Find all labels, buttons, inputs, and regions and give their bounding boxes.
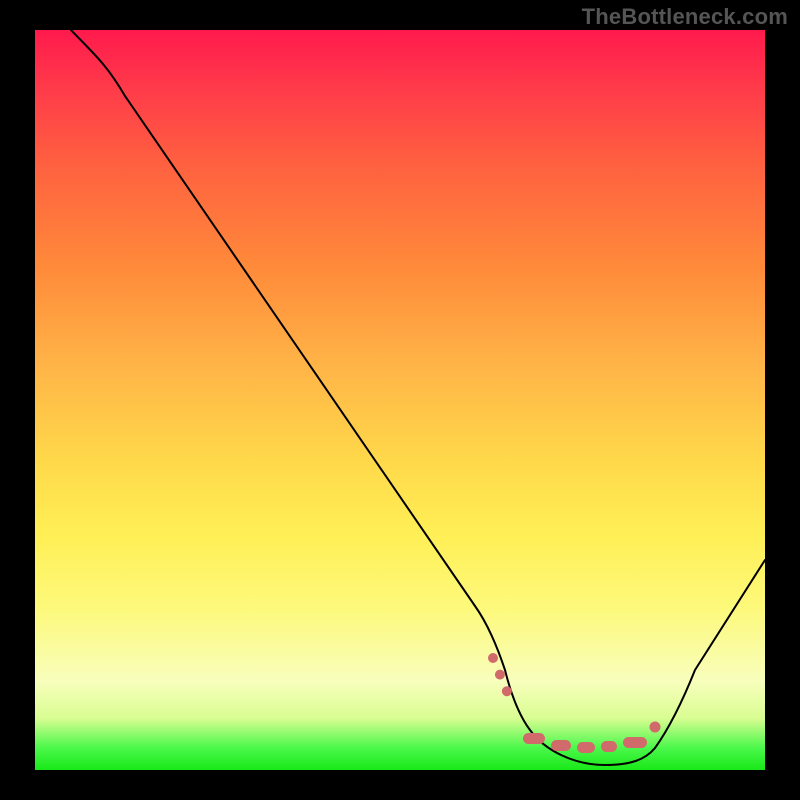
highlight-flat-5 xyxy=(623,737,647,748)
watermark-text: TheBottleneck.com xyxy=(582,4,788,30)
highlight-dot-right xyxy=(650,722,661,733)
plot-svg xyxy=(35,30,765,770)
highlight-flat-3 xyxy=(577,742,595,753)
chart-frame: TheBottleneck.com xyxy=(0,0,800,800)
plot-area xyxy=(35,30,765,770)
highlight-flat-2 xyxy=(551,740,571,751)
highlight-flat-4 xyxy=(601,741,617,752)
bottleneck-curve xyxy=(71,30,765,765)
highlight-flat-1 xyxy=(523,733,545,744)
